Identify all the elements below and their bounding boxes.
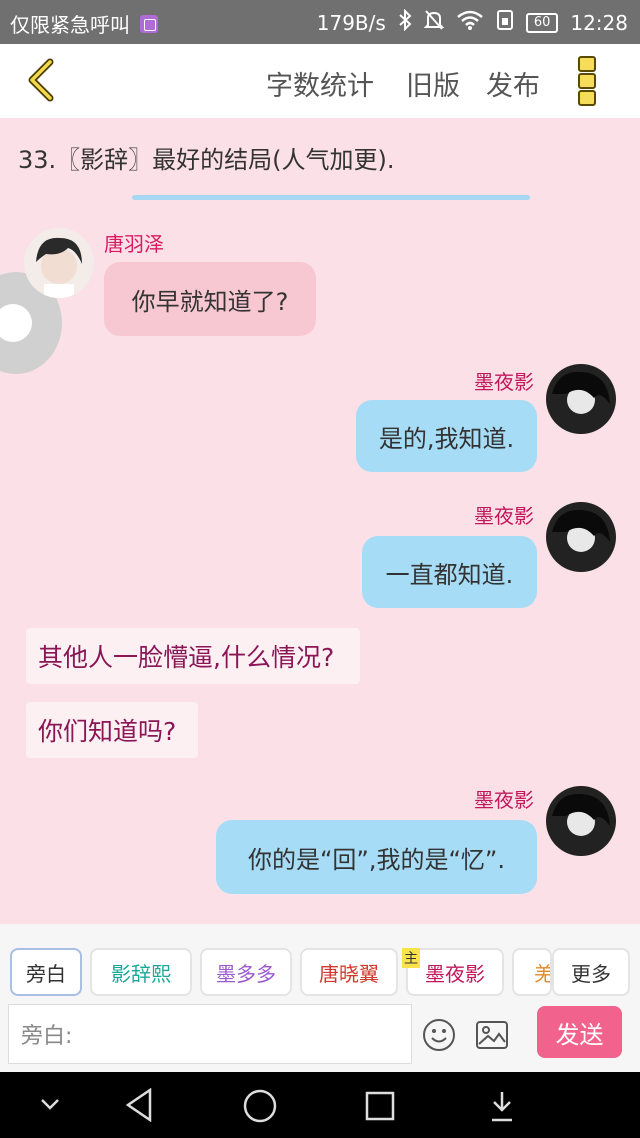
avatar <box>546 786 616 856</box>
message-input[interactable]: 旁白: <box>8 1004 412 1064</box>
chip-label: 影辞熙 <box>111 961 171 986</box>
publish-button[interactable]: 发布 <box>486 64 540 103</box>
character-chip[interactable]: 主 墨夜影 <box>402 948 504 996</box>
clock: 12:28 <box>570 10 628 35</box>
word-count-button[interactable]: 字数统计 <box>266 64 374 103</box>
image-icon <box>140 14 158 33</box>
recents-square-icon[interactable] <box>364 1090 396 1126</box>
net-speed: 179B/s <box>316 10 386 35</box>
mute-icon <box>423 9 445 36</box>
message-bubble[interactable]: 你早就知道了? <box>104 262 316 336</box>
character-chip[interactable]: 旁白 <box>10 948 82 996</box>
message-bubble[interactable]: 一直都知道. <box>362 536 537 608</box>
character-chip[interactable]: 唐晓翼 <box>300 948 398 996</box>
speaker-name: 墨夜影 <box>474 504 534 528</box>
chapter-title: 33.〖影辞〗最好的结局(人气加更). <box>18 146 395 174</box>
system-nav-bar <box>0 1072 640 1138</box>
avatar <box>546 502 616 572</box>
bubble-edge <box>132 195 530 200</box>
wifi-icon <box>456 9 484 36</box>
character-chip[interactable]: 影辞熙 <box>90 948 192 996</box>
message-bubble[interactable]: 你的是“回”,我的是“忆”. <box>216 820 537 894</box>
chevron-left-icon[interactable] <box>20 58 64 102</box>
status-bar: 仅限紧急呼叫 179B/s 60 12:28 <box>0 0 640 44</box>
carrier-text: 仅限紧急呼叫 <box>10 13 130 37</box>
message-bubble[interactable]: 是的,我知道. <box>356 400 537 472</box>
chip-label: 墨多多 <box>216 961 276 986</box>
speaker-name: 墨夜影 <box>474 788 534 812</box>
chip-label: 羌 <box>534 961 552 986</box>
avatar <box>546 364 616 434</box>
battery-icon: 60 <box>525 12 559 33</box>
home-circle-icon[interactable] <box>242 1088 278 1128</box>
image-icon[interactable] <box>475 1020 509 1054</box>
send-button[interactable]: 发送 <box>537 1006 622 1058</box>
narration-bubble[interactable]: 你们知道吗? <box>26 702 198 758</box>
avatar <box>24 228 94 298</box>
menu-icon[interactable] <box>578 56 600 106</box>
emoji-icon[interactable] <box>422 1018 456 1056</box>
back-triangle-icon[interactable] <box>124 1087 154 1126</box>
bluetooth-icon <box>398 8 412 36</box>
compose-panel: 旁白 影辞熙 墨多多 唐晓翼 主 墨夜影 羌 更多 旁白: 发送 <box>0 924 640 1072</box>
download-icon[interactable] <box>486 1088 518 1128</box>
chip-label: 唐晓翼 <box>319 961 379 986</box>
old-version-button[interactable]: 旧版 <box>406 64 460 103</box>
more-label: 更多 <box>571 961 611 986</box>
character-chip[interactable]: 羌 <box>512 948 552 996</box>
narration-bubble[interactable]: 其他人一脸懵逼,什么情况? <box>26 628 360 684</box>
speaker-name: 墨夜影 <box>474 370 534 394</box>
chip-label: 旁白 <box>26 961 66 986</box>
speaker-name: 唐羽泽 <box>104 232 164 256</box>
chevron-down-icon[interactable] <box>38 1094 62 1118</box>
chip-label: 墨夜影 <box>425 961 485 986</box>
main-badge: 主 <box>402 948 420 968</box>
top-bar: 字数统计 旧版 发布 <box>0 44 640 118</box>
character-chip[interactable]: 墨多多 <box>200 948 292 996</box>
sim-icon <box>496 9 514 36</box>
more-button[interactable]: 更多 <box>552 948 630 996</box>
